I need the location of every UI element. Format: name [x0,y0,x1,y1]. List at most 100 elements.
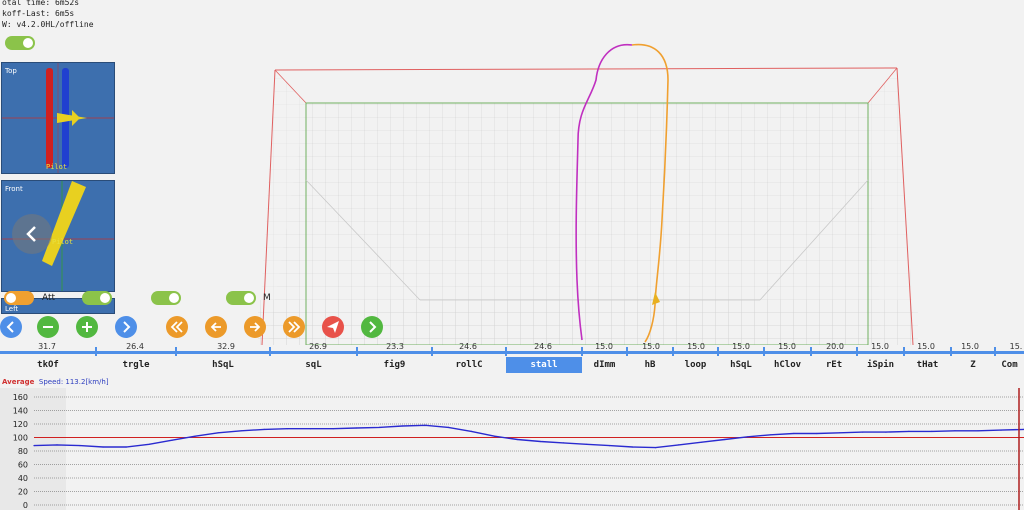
speed-point [56,444,58,446]
rewind-button[interactable] [166,316,188,338]
maneuver-sql-3[interactable]: sqL [270,357,357,373]
speed-chart[interactable]: 160 140 120 100 80 60 40 20 0 [0,388,1024,510]
timeline-tick [672,347,674,356]
maneuver-score: 15. [1009,342,1023,351]
y-tick-label: 80 [18,447,28,456]
speed-point [470,430,472,432]
maneuver-hb-8[interactable]: hB [627,357,673,373]
speed-point [747,436,749,438]
speed-point [655,447,657,449]
maneuver-score: 15.0 [778,342,796,351]
att-label: Att [42,293,56,303]
maneuver-hsql-10[interactable]: hSqL [718,357,764,373]
speed-point [355,427,357,429]
rewind-icon [170,321,183,333]
back-button[interactable] [12,214,52,254]
timeline-bar[interactable] [0,351,1024,354]
maneuver-ret-12[interactable]: rEt [811,357,857,373]
timeline-tick [505,347,507,356]
plus-icon [82,322,92,332]
maneuver-fig9-4[interactable]: fig9 [357,357,432,373]
speed-point [632,446,634,448]
maneuver-trgle-1[interactable]: trgle [96,357,176,373]
zoom-in-button[interactable] [76,316,98,338]
speed-point [33,445,35,447]
prev-button[interactable] [0,316,22,338]
timeline-tick [95,347,97,356]
speed-point [171,439,173,441]
maneuver-score: 15.0 [871,342,889,351]
arrow-left-icon [210,322,221,332]
speed-point [724,438,726,441]
maneuver-loop-9[interactable]: loop [673,357,718,373]
timeline-tick [269,347,271,356]
box-red-edge [274,67,898,71]
maneuver-dimm-7[interactable]: dImm [582,357,627,373]
m-label: M [263,293,271,303]
send-button[interactable] [322,316,344,338]
firmware-version-text: W: v4.2.0HL/offline [2,20,94,29]
maneuver-that-14[interactable]: tHat [904,357,951,373]
timeline-tick [856,347,858,356]
speed-point [263,428,265,430]
speed-point [701,441,703,443]
fast-forward-icon [288,321,301,333]
maneuver-rollc-5[interactable]: rollC [432,357,506,373]
maneuver-ispin-13[interactable]: iSpin [857,357,904,373]
maneuver-score: 20.0 [826,342,844,351]
average-label: Average [2,378,35,386]
speed-point [678,444,680,446]
maneuver-stall-6[interactable]: stall [506,357,582,373]
forward-button[interactable] [361,316,383,338]
speed-point [562,442,565,444]
m-toggle[interactable] [226,291,256,305]
maneuver-score: 32.9 [217,342,235,351]
maneuver-score: 15.0 [687,342,705,351]
maneuver-score: 31.7 [38,342,56,351]
top-view-aircraft [2,63,114,173]
maneuver-score: 15.0 [917,342,935,351]
y-tick-label: 120 [13,420,28,429]
orange-toggle[interactable] [4,291,34,305]
y-tick-label: 140 [13,407,28,416]
speed-point [954,430,956,432]
maneuver-tkof-0[interactable]: tkOf [0,357,96,373]
speed-point [286,428,288,430]
maneuver-score: 15.0 [961,342,979,351]
maneuver-score: 24.6 [459,342,477,351]
maneuver-z-15[interactable]: Z [951,357,995,373]
speed-point [885,431,887,433]
speed-point [516,438,519,441]
chevron-right-icon [369,321,377,333]
fast-forward-button[interactable] [283,316,305,338]
speed-point [447,426,449,428]
mode-toggle[interactable] [151,291,181,305]
speed-point [493,435,496,437]
speed-point [332,428,334,430]
step-forward-button[interactable] [244,316,266,338]
speed-point [148,443,150,445]
speed-point [401,425,403,427]
speed-point [862,431,864,433]
pilot-label-top: Pilot [46,163,68,171]
att-toggle[interactable] [82,291,112,305]
speed-point [424,424,426,426]
step-back-button[interactable] [205,316,227,338]
speed-point [378,426,380,428]
y-tick-label: 160 [13,393,28,402]
left-view-label: Left [5,305,19,313]
speed-point [309,428,311,430]
speed-point [217,432,219,434]
speed-point [125,446,127,448]
maneuver-hsql-2[interactable]: hSqL [176,357,270,373]
zoom-out-button[interactable] [37,316,59,338]
speed-point [609,445,611,447]
speed-point [586,443,588,445]
maneuver-hclov-11[interactable]: hClov [764,357,811,373]
maneuver-com-16[interactable]: Com [995,357,1024,373]
next-button[interactable] [115,316,137,338]
display-toggle[interactable] [5,36,35,50]
maneuver-score: 24.6 [534,342,552,351]
speed-point [770,434,772,436]
takeoff-last-text: koff-Last: 6m5s [2,9,75,18]
